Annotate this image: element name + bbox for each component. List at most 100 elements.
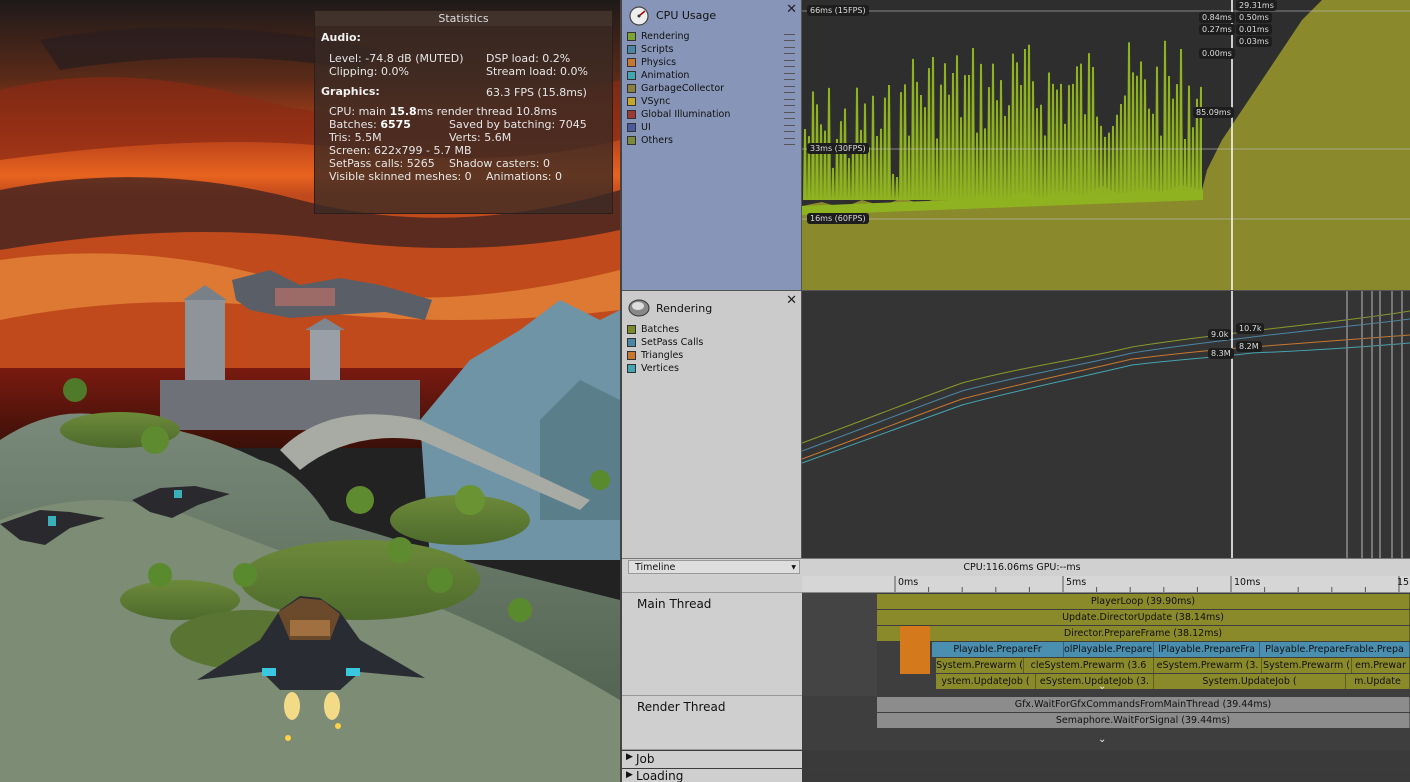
prewarm-bar-3[interactable]: eSystem.Prewarm (3. <box>1154 658 1262 673</box>
updatejob-bar-4[interactable]: m.Update <box>1346 674 1410 689</box>
render-value-tag: 8.2M <box>1236 341 1262 352</box>
cpu-legend-item[interactable]: Animation <box>627 69 689 82</box>
cpu-value-tag: 0.03ms <box>1236 36 1272 47</box>
rendering-module-close-icon[interactable]: ✕ <box>786 293 797 308</box>
prewarm-bar-4[interactable]: System.Prewarm ( <box>1262 658 1352 673</box>
expand-main-thread-icon[interactable]: ⌄ <box>1098 681 1106 692</box>
loading-label: Loading <box>636 769 684 782</box>
time-ruler[interactable]: 0ms 5ms 10ms 15ms <box>802 576 1410 593</box>
job-label: Job <box>636 752 655 766</box>
prewarm-bar-5[interactable]: em.Prewar <box>1352 658 1410 673</box>
director-prepareframe-bar[interactable]: Director.PrepareFrame (38.12ms) <box>877 626 1410 641</box>
drag-handle-icon[interactable] <box>784 47 795 54</box>
semaphore-wait-bar[interactable]: Semaphore.WaitForSignal (39.44ms) <box>877 713 1410 728</box>
cpu-legend-item[interactable]: GarbageCollector <box>627 82 724 95</box>
cpu-usage-graph <box>802 0 1410 290</box>
graphics-header: Graphics: <box>321 85 380 98</box>
rendering-legend-item[interactable]: Batches <box>627 323 679 336</box>
rendering-legend[interactable]: Rendering ✕ Batches SetPass Calls Triangle… <box>622 290 802 558</box>
legend-label: Triangles <box>641 350 684 361</box>
expand-render-thread-icon[interactable]: ⌄ <box>1098 734 1106 745</box>
guide-15fps: 66ms (15FPS) <box>807 5 869 16</box>
main-thread-label-cell[interactable]: Main Thread <box>622 593 802 696</box>
gfx-wait-bar[interactable]: Gfx.WaitForGfxCommandsFromMainThread (39… <box>877 697 1410 712</box>
cpu-usage-title: CPU Usage <box>656 8 717 22</box>
rendering-graph <box>802 291 1410 558</box>
legend-swatch <box>627 364 636 373</box>
drag-handle-icon[interactable] <box>784 60 795 67</box>
legend-label: Global Illumination <box>641 109 731 120</box>
drag-handle-icon[interactable] <box>784 138 795 145</box>
updatejob-bar-1[interactable]: ystem.UpdateJob ( <box>936 674 1036 689</box>
cpu-usage-legend[interactable]: CPU Usage ✕ Rendering Scripts Physics Anima… <box>622 0 802 290</box>
legend-swatch <box>627 97 636 106</box>
job-group-row[interactable]: ▶ Job <box>622 751 802 768</box>
cpu-value-tag: 0.50ms <box>1236 12 1272 23</box>
main-thread-track[interactable]: PlayerLoop (39.90ms) Update.DirectorUpda… <box>802 593 1410 696</box>
cpu-legend-item[interactable]: VSync <box>627 95 670 108</box>
cpu-usage-chart[interactable]: 66ms (15FPS) 33ms (30FPS) 16ms (60FPS) 0… <box>802 0 1410 290</box>
game-view[interactable]: Statistics Audio: Level: -74.8 dB (MUTED… <box>0 0 620 782</box>
drag-handle-icon[interactable] <box>784 112 795 119</box>
pre-frame-region <box>802 593 877 696</box>
cpu-usage-header[interactable]: CPU Usage <box>626 3 716 27</box>
rendering-sphere-icon <box>628 299 650 317</box>
legend-label: Physics <box>641 57 677 68</box>
cpu-legend-item[interactable]: Others <box>627 134 673 147</box>
cpu-value-tag: 0.00ms <box>1199 48 1235 59</box>
prepareframe-bar-3[interactable]: lPlayable.PrepareFra <box>1154 642 1260 657</box>
guide-30fps: 33ms (30FPS) <box>807 143 869 154</box>
rendering-chart[interactable]: 9.0k 10.7k 8.2M 8.3M <box>802 290 1410 558</box>
playerloop-bar[interactable]: PlayerLoop (39.90ms) <box>877 594 1410 609</box>
prepareframe-bar-1[interactable]: Playable.PrepareFr <box>932 642 1064 657</box>
cpu-legend-item[interactable]: Global Illumination <box>627 108 730 121</box>
timeline-toolbar: Timeline ▼ CPU:116.06ms GPU:--ms <box>622 558 1410 577</box>
job-track[interactable] <box>802 751 1410 768</box>
rendering-legend-item[interactable]: SetPass Calls <box>627 336 703 349</box>
drag-handle-icon[interactable] <box>784 99 795 106</box>
view-mode-dropdown[interactable]: Timeline ▼ <box>628 560 800 574</box>
tick-15ms: 15ms <box>1397 577 1410 588</box>
updatejob-bar-3[interactable]: System.UpdateJob ( <box>1154 674 1346 689</box>
legend-label: Vertices <box>641 363 679 374</box>
drag-handle-icon[interactable] <box>784 86 795 93</box>
rendering-legend-item[interactable]: Vertices <box>627 362 679 375</box>
drag-handle-icon[interactable] <box>784 125 795 132</box>
drag-handle-icon[interactable] <box>784 34 795 41</box>
legend-label: VSync <box>641 96 671 107</box>
guide-60fps: 16ms (60FPS) <box>807 213 869 224</box>
loading-expand-triangle-icon[interactable]: ▶ <box>626 770 633 780</box>
cpu-module-close-icon[interactable]: ✕ <box>786 2 797 17</box>
cpu-legend-item[interactable]: UI <box>627 121 651 134</box>
render-thread-track[interactable]: Gfx.WaitForGfxCommandsFromMainThread (39… <box>802 696 1410 750</box>
setpass-readout: SetPass calls: 5265 <box>329 157 435 170</box>
legend-label: Others <box>641 135 673 146</box>
render-thread-label-cell[interactable]: Render Thread <box>622 696 802 750</box>
legend-swatch <box>627 84 636 93</box>
skinned-meshes-readout: Visible skinned meshes: 0 <box>329 170 472 183</box>
loading-track[interactable] <box>802 769 1410 782</box>
legend-swatch <box>627 45 636 54</box>
cpu-legend-item[interactable]: Rendering <box>627 30 690 43</box>
legend-swatch <box>627 58 636 67</box>
audio-level: Level: -74.8 dB (MUTED) <box>329 52 464 65</box>
tick-5ms: 5ms <box>1066 577 1087 588</box>
loading-group-row[interactable]: ▶ Loading <box>622 769 802 782</box>
fps-readout: 63.3 FPS (15.8ms) <box>486 86 587 99</box>
legend-label: Scripts <box>641 44 674 55</box>
director-update-bar[interactable]: Update.DirectorUpdate (38.14ms) <box>877 610 1410 625</box>
rendering-header[interactable]: Rendering <box>626 296 712 320</box>
legend-swatch <box>627 110 636 119</box>
updatejob-bar-2[interactable]: eSystem.UpdateJob (3. <box>1036 674 1154 689</box>
rendering-legend-item[interactable]: Triangles <box>627 349 683 362</box>
prepareframe-bar-2[interactable]: olPlayable.PrepareFram <box>1064 642 1154 657</box>
cpu-legend-item[interactable]: Physics <box>627 56 676 69</box>
prewarm-bar-2[interactable]: cleSystem.Prewarm (3.6 <box>1024 658 1154 673</box>
verts-readout: Verts: 5.6M <box>449 131 512 144</box>
drag-handle-icon[interactable] <box>784 73 795 80</box>
prewarm-bar-1[interactable]: System.Prewarm ( <box>936 658 1024 673</box>
cpu-legend-item[interactable]: Scripts <box>627 43 674 56</box>
prepareframe-bar-4[interactable]: Playable.PrepareFrable.Prepa <box>1260 642 1410 657</box>
cpu-value-tag: 0.01ms <box>1236 24 1272 35</box>
job-expand-triangle-icon[interactable]: ▶ <box>626 752 633 762</box>
